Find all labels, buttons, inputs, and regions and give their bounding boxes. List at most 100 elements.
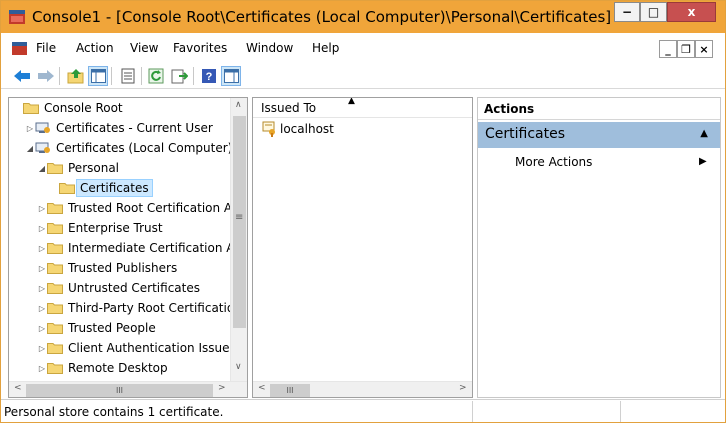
list-hscroll-thumb[interactable]: III [270, 384, 310, 397]
forward-button[interactable] [36, 66, 56, 86]
mdi-minimize-icon: _ [665, 42, 671, 56]
help-icon: ? [202, 69, 216, 83]
folder-icon [23, 103, 39, 114]
actions-group-label: Certificates [485, 126, 566, 142]
tree-item-label: Trusted People [68, 321, 156, 335]
show-hide-tree-icon [90, 69, 106, 83]
expand-arrow-icon[interactable]: ▷ [37, 364, 47, 373]
export-list-button[interactable] [169, 66, 189, 86]
tree-item-label: Third-Party Root Certification Authoriti… [68, 301, 247, 315]
more-actions-item[interactable]: More Actions [515, 155, 592, 169]
minimize-button[interactable]: − [614, 2, 640, 22]
status-text: Personal store contains 1 certificate. [1, 401, 473, 422]
mdi-close-icon: × [699, 42, 709, 56]
tree-item[interactable]: ▷ Intermediate Certification Authorities [37, 238, 247, 258]
back-button[interactable] [12, 66, 32, 86]
scroll-left-icon[interactable]: < [258, 383, 266, 393]
scroll-left-icon[interactable]: < [14, 383, 22, 393]
list-horizontal-scrollbar[interactable]: < III > [253, 381, 472, 397]
submenu-arrow-icon: ▶ [699, 156, 707, 167]
status-cell-empty [473, 401, 621, 422]
expand-arrow-icon[interactable]: ▷ [37, 304, 47, 313]
tree-item[interactable]: ◢ Certificates (Local Computer) [25, 138, 232, 158]
tree-item-label: Untrusted Certificates [68, 281, 200, 295]
tree-item[interactable]: ▷ Third-Party Root Certification Authorit… [37, 298, 247, 318]
show-hide-console-tree-button[interactable] [88, 66, 108, 86]
show-hide-action-pane-icon [223, 69, 239, 83]
tree-horizontal-scrollbar[interactable]: < III > [9, 381, 247, 397]
actions-group-certificates[interactable]: Certificates ▲ [478, 122, 720, 148]
mmc-window: Console1 - [Console Root\Certificates (L… [0, 0, 726, 423]
actions-pane: Actions Certificates ▲ More Actions ▶ [477, 97, 721, 398]
tree-item-label: Enterprise Trust [68, 221, 163, 235]
tree-item[interactable]: ▷ Untrusted Certificates [37, 278, 200, 298]
expand-arrow-icon[interactable]: ▷ [37, 324, 47, 333]
help-button[interactable]: ? [199, 66, 219, 86]
refresh-button[interactable] [146, 66, 166, 86]
expand-arrow-icon[interactable]: ▷ [37, 344, 47, 353]
menu-action[interactable]: Action [76, 41, 114, 55]
menu-file[interactable]: File [36, 41, 56, 55]
tree-vertical-scrollbar[interactable]: ∧ ≡ ∨ [230, 98, 247, 381]
tree-item[interactable]: ▷ Trusted Publishers [37, 258, 177, 278]
tree-item[interactable]: ▷ Enterprise Trust [37, 218, 163, 238]
up-one-level-button[interactable] [66, 66, 86, 86]
mmc-app-icon[interactable] [9, 10, 25, 24]
results-list-pane[interactable]: Issued To ▲ localhost < III > [252, 97, 473, 398]
menu-favorites[interactable]: Favorites [173, 41, 227, 55]
expand-arrow-icon[interactable]: ▷ [37, 264, 47, 273]
tree-hscroll-thumb[interactable]: III [26, 384, 213, 397]
maximize-icon: □ [647, 5, 660, 19]
tree-item[interactable]: ◢ Personal [37, 158, 119, 178]
mdi-minimize-button[interactable]: _ [659, 40, 677, 58]
console-tree-pane[interactable]: Console Root ▷ Certificates - Current User… [8, 97, 248, 398]
close-icon: x [687, 5, 696, 19]
menu-help[interactable]: Help [312, 41, 339, 55]
tree-item[interactable]: ▷ Certificates - Current User [25, 118, 213, 138]
tree-item-label: Trusted Root Certification Authorities [68, 201, 247, 215]
expand-arrow-icon[interactable]: ▷ [37, 244, 47, 253]
expand-arrow-icon[interactable]: ▷ [37, 224, 47, 233]
tree-vscroll-thumb[interactable]: ≡ [233, 116, 246, 328]
list-item-label: localhost [280, 122, 334, 136]
scroll-down-icon[interactable]: ∨ [235, 362, 242, 372]
collapse-arrow-icon[interactable]: ◢ [37, 164, 47, 173]
show-hide-action-pane-button[interactable] [221, 66, 241, 86]
menu-window[interactable]: Window [246, 41, 293, 55]
tree-item[interactable]: ▷ Remote Desktop [37, 358, 168, 378]
tree-item[interactable]: ▷ Trusted Root Certification Authorities [37, 198, 247, 218]
maximize-button[interactable]: □ [640, 2, 667, 22]
tree-item-label: Intermediate Certification Authorities [68, 241, 247, 255]
scroll-right-icon[interactable]: > [218, 383, 226, 393]
mdi-restore-button[interactable]: ❐ [677, 40, 695, 58]
list-item[interactable]: localhost [262, 121, 334, 137]
refresh-icon [148, 68, 164, 84]
column-header-issued-to[interactable]: Issued To ▲ [253, 98, 472, 118]
title-bar[interactable]: Console1 - [Console Root\Certificates (L… [1, 1, 725, 33]
mmc-menu-icon[interactable] [12, 42, 27, 55]
expand-arrow-icon[interactable]: ▷ [25, 124, 35, 133]
tree-item-label: Certificates [76, 179, 153, 197]
tree-item-label: Certificates (Local Computer) [56, 141, 233, 155]
tree-item[interactable]: ▷ Trusted People [37, 318, 156, 338]
toolbar-separator [141, 67, 142, 85]
close-button[interactable]: x [667, 2, 716, 22]
tree-item[interactable]: Console Root [13, 98, 123, 118]
collapse-arrow-icon[interactable]: ◢ [25, 144, 35, 153]
tree-item-label: Console Root [44, 101, 123, 115]
tree-item[interactable]: Certificates [49, 178, 153, 198]
menu-view[interactable]: View [130, 41, 158, 55]
tree-item[interactable]: ▷ Client Authentication Issuers [37, 338, 241, 358]
collapse-icon[interactable]: ▲ [700, 128, 708, 139]
scroll-up-icon[interactable]: ∧ [235, 100, 242, 110]
tree-item-label: Personal [68, 161, 120, 175]
folder-icon [47, 303, 63, 314]
properties-button[interactable] [118, 66, 138, 86]
expand-arrow-icon[interactable]: ▷ [37, 284, 47, 293]
scroll-grip-icon: ≡ [235, 212, 244, 223]
status-bar: Personal store contains 1 certificate. [1, 399, 725, 422]
forward-icon [38, 70, 54, 82]
expand-arrow-icon[interactable]: ▷ [37, 204, 47, 213]
scroll-right-icon[interactable]: > [459, 383, 467, 393]
mdi-close-button[interactable]: × [695, 40, 713, 58]
